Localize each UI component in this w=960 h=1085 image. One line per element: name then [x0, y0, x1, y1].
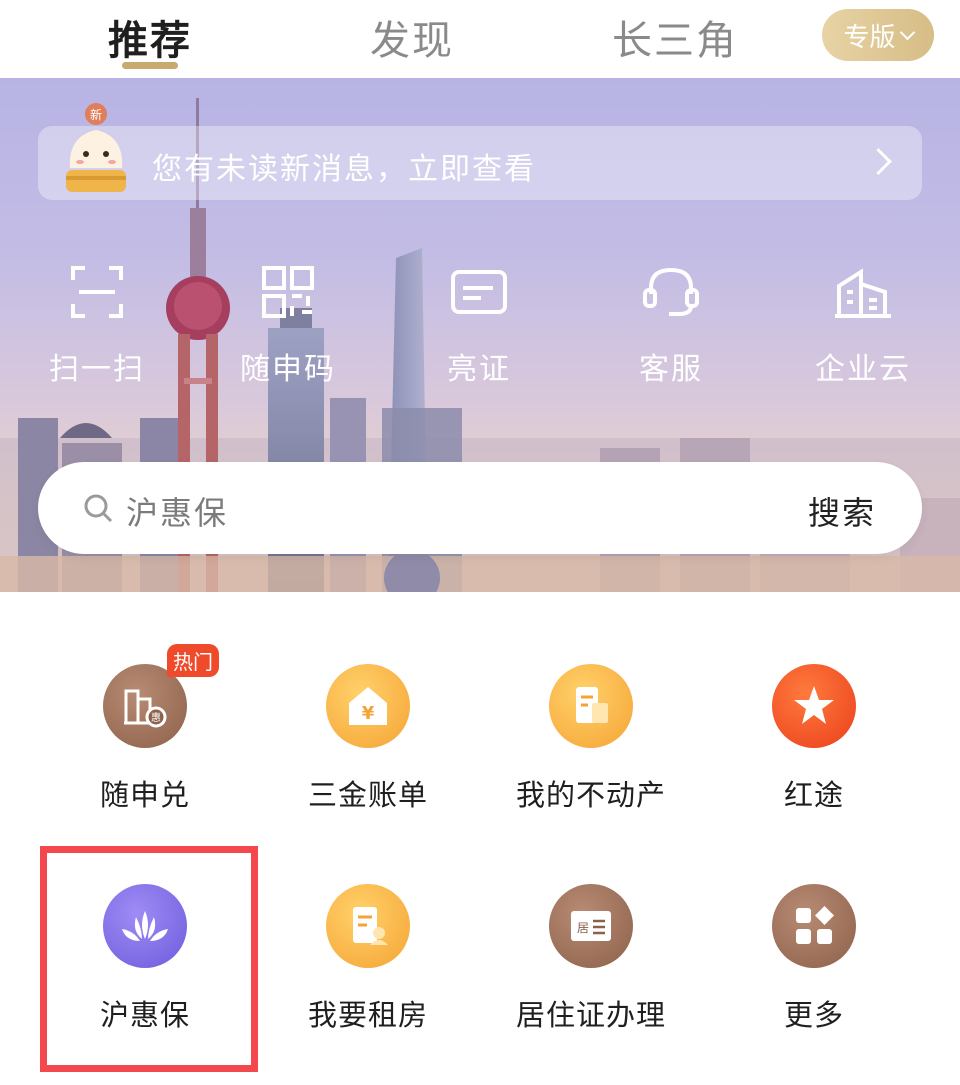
quick-action-enterprise-cloud[interactable]: 企业云	[798, 260, 928, 388]
rent-doc-icon	[353, 907, 388, 945]
house-yen-icon: ¥	[349, 687, 387, 725]
more-grid-icon	[796, 906, 834, 944]
mascot-new-badge: 新	[90, 107, 102, 122]
svg-text:惠: 惠	[151, 711, 161, 724]
id-card-icon	[451, 270, 507, 314]
active-tab-indicator	[122, 62, 178, 69]
service-icon-circle: 惠 热门	[103, 644, 219, 748]
service-label: 红途	[783, 778, 844, 812]
service-rent-house[interactable]: 我要租房	[258, 884, 478, 1034]
search-input[interactable]: 沪惠保	[126, 488, 228, 534]
service-label: 我的不动产	[515, 778, 666, 812]
service-icon-circle	[326, 884, 410, 968]
quick-action-health-code[interactable]: 随申码	[223, 260, 353, 388]
residence-card-icon: 居	[571, 911, 611, 941]
search-button[interactable]: 搜索	[808, 488, 876, 534]
service-icon-circle: ¥	[326, 664, 410, 748]
headset-icon	[643, 267, 699, 316]
hero-banner: 您有未读新消息，立即查看 新 扫一扫 随申码 亮证 客服 企业云 沪惠保 搜索	[0, 78, 960, 592]
quick-action-label: 企业云	[815, 352, 911, 387]
tab-discover[interactable]: 发现	[370, 8, 454, 66]
residence-card-badge: 居	[577, 921, 589, 935]
mascot-bun-icon: 新	[66, 103, 126, 192]
edition-button[interactable]: 专版	[822, 9, 934, 61]
quick-action-label: 亮证	[447, 352, 511, 387]
svg-text:¥: ¥	[362, 703, 375, 724]
service-label: 随申兑	[99, 778, 190, 812]
service-residence-permit[interactable]: 居 居住证办理	[481, 884, 701, 1034]
benefit-icon: 惠	[124, 689, 167, 728]
quick-action-customer-service[interactable]: 客服	[606, 260, 736, 388]
chevron-down-icon	[899, 24, 915, 40]
service-icon-circle	[549, 664, 633, 748]
unread-message-notice[interactable]: 您有未读新消息，立即查看	[38, 126, 922, 200]
tab-recommend[interactable]: 推荐	[108, 8, 192, 66]
service-red-route[interactable]: 红途	[704, 664, 924, 814]
service-icon-circle	[772, 664, 856, 748]
red-star-icon	[794, 686, 834, 724]
service-label: 更多	[783, 998, 844, 1032]
service-icon-circle	[772, 884, 856, 968]
building-icon	[835, 268, 891, 318]
quick-action-scan[interactable]: 扫一扫	[32, 260, 162, 388]
service-label: 三金账单	[307, 778, 428, 812]
service-my-property[interactable]: 我的不动产	[481, 664, 701, 814]
service-suishenduì[interactable]: 惠 热门 随申兑	[35, 644, 255, 814]
service-label: 居住证办理	[515, 998, 666, 1032]
service-label: 我要租房	[307, 998, 428, 1032]
hot-badge: 热门	[167, 644, 219, 677]
search-bar[interactable]: 沪惠保 搜索	[38, 462, 922, 554]
service-three-funds-bill[interactable]: ¥ 三金账单	[258, 664, 478, 814]
scan-icon	[71, 266, 123, 318]
top-tab-bar: 推荐 发现 长三角 专版	[0, 0, 960, 78]
quick-action-label: 扫一扫	[49, 352, 145, 387]
quick-action-show-id[interactable]: 亮证	[414, 260, 544, 388]
highlight-box	[40, 846, 258, 1072]
service-more[interactable]: 更多	[704, 884, 924, 1034]
quick-action-label: 随申码	[240, 352, 336, 387]
chevron-right-icon	[865, 148, 892, 175]
search-icon	[84, 494, 113, 523]
tab-yangtze-delta[interactable]: 长三角	[612, 8, 738, 66]
service-icon-circle: 居	[549, 884, 633, 968]
edition-button-label: 专版	[843, 22, 896, 53]
notice-text: 您有未读新消息，立即查看	[152, 152, 536, 187]
quick-action-label: 客服	[639, 352, 703, 387]
property-doc-icon	[576, 687, 608, 723]
qr-code-icon	[262, 266, 314, 318]
